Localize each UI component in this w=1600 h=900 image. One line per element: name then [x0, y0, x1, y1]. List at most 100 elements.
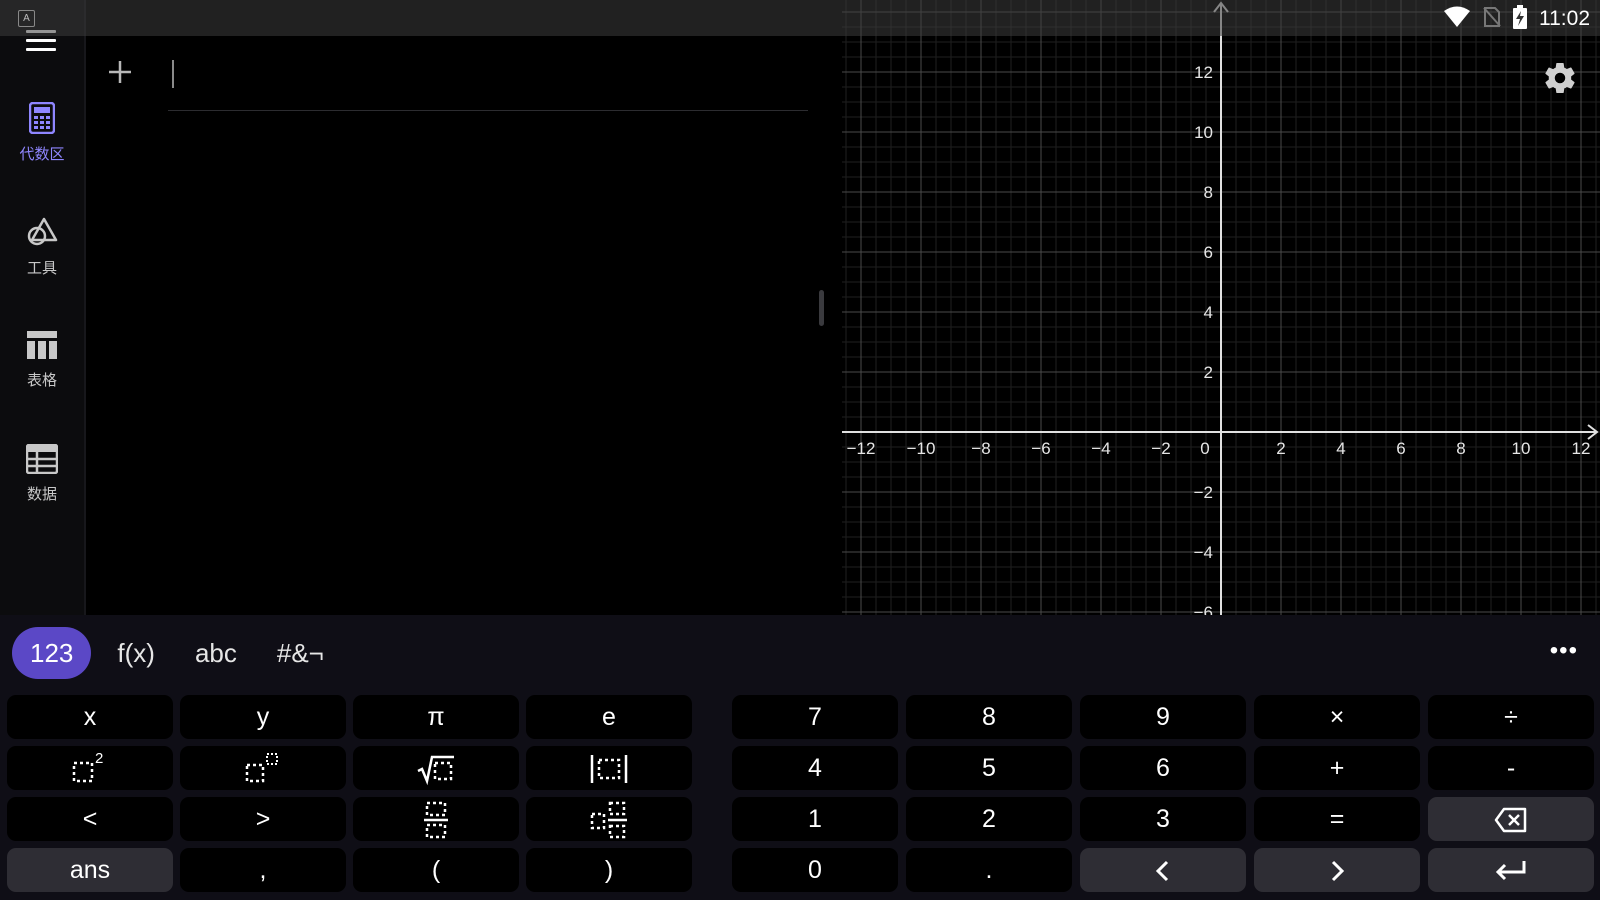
key-left-arrow[interactable]: [1080, 848, 1246, 892]
y-tick-label: 10: [1194, 123, 1213, 142]
chevron-left-icon: [1153, 856, 1173, 884]
key-4[interactable]: 4: [732, 746, 898, 790]
svg-text:2: 2: [95, 751, 103, 767]
fraction-template-icon: [421, 802, 451, 839]
key-0[interactable]: 0: [732, 848, 898, 892]
key-enter[interactable]: [1428, 848, 1594, 892]
system-status-bar: A 11:02: [0, 0, 1600, 36]
x-tick-label: −6: [1031, 439, 1050, 458]
key-backspace[interactable]: [1428, 797, 1594, 841]
battery-charging-icon: [1513, 4, 1527, 34]
rail-item-label: 代数区: [19, 146, 65, 163]
y-tick-label: −6: [1194, 603, 1213, 615]
wifi-icon: [1443, 6, 1471, 33]
enter-return-icon: [1494, 856, 1528, 884]
app-notification-icon: A: [18, 10, 35, 27]
spreadsheet-icon: [25, 443, 59, 478]
x-tick-label: −12: [847, 439, 876, 458]
x-tick-label: −4: [1091, 439, 1110, 458]
x-tick-label: 8: [1456, 439, 1465, 458]
key-mixed-fraction[interactable]: [526, 797, 692, 841]
panel-resize-handle[interactable]: [819, 290, 824, 326]
rail-item-algebra[interactable]: 代数区: [0, 101, 84, 164]
key-sqrt[interactable]: [353, 746, 519, 790]
side-navigation-rail: 代数区 工具 表格 数据: [0, 0, 86, 615]
key-right-arrow[interactable]: [1254, 848, 1420, 892]
key-close-paren[interactable]: ): [526, 848, 692, 892]
chevron-right-icon: [1327, 856, 1347, 884]
x-tick-label: 6: [1396, 439, 1405, 458]
backspace-icon: [1494, 805, 1528, 833]
tab-123[interactable]: 123: [12, 627, 92, 679]
square-root-icon: [416, 754, 456, 786]
keyboard-tabs: 123 f(x) abc #&¬: [12, 627, 338, 679]
key-8[interactable]: 8: [906, 695, 1072, 739]
text-caret: [172, 60, 174, 88]
key-6[interactable]: 6: [1080, 746, 1246, 790]
x-tick-label: 12: [1572, 439, 1591, 458]
key-decimal-point[interactable]: .: [906, 848, 1072, 892]
x-tick-label: 2: [1276, 439, 1285, 458]
algebra-panel: 代数区 工具 表格 数据: [0, 0, 842, 615]
y-tick-label: 2: [1204, 363, 1213, 382]
tab-abc[interactable]: abc: [181, 627, 251, 679]
graph-settings-gear-icon[interactable]: [1542, 60, 1578, 96]
key-power[interactable]: [180, 746, 346, 790]
key-fraction[interactable]: [353, 797, 519, 841]
rail-item-data[interactable]: 数据: [0, 443, 84, 504]
table-icon: [26, 331, 58, 364]
key-5[interactable]: 5: [906, 746, 1072, 790]
key-2[interactable]: 2: [906, 797, 1072, 841]
x-tick-label: −8: [971, 439, 990, 458]
tab-symbols[interactable]: #&¬: [263, 627, 338, 679]
key-e[interactable]: e: [526, 695, 692, 739]
absolute-value-icon: [589, 754, 629, 784]
calculator-icon: [28, 101, 56, 138]
square-template-icon: 2: [70, 750, 110, 783]
key-greater-than[interactable]: >: [180, 797, 346, 841]
key-y[interactable]: y: [180, 695, 346, 739]
key-minus[interactable]: -: [1428, 746, 1594, 790]
key-1[interactable]: 1: [732, 797, 898, 841]
no-sim-icon: [1483, 6, 1501, 33]
x-tick-label: 10: [1512, 439, 1531, 458]
mixed-fraction-icon: [589, 802, 629, 839]
key-square[interactable]: 2: [7, 746, 173, 790]
y-tick-label: −2: [1194, 483, 1213, 502]
x-tick-label: 0: [1200, 439, 1209, 458]
tab-functions[interactable]: f(x): [103, 627, 169, 679]
key-ans[interactable]: ans: [7, 848, 173, 892]
key-plus[interactable]: +: [1254, 746, 1420, 790]
shapes-icon: [26, 217, 58, 252]
algebra-input-field[interactable]: [168, 52, 808, 111]
key-comma[interactable]: ,: [180, 848, 346, 892]
key-divide[interactable]: ÷: [1428, 695, 1594, 739]
x-tick-label: −10: [907, 439, 936, 458]
key-pi[interactable]: π: [353, 695, 519, 739]
power-template-icon: [243, 753, 283, 783]
key-3[interactable]: 3: [1080, 797, 1246, 841]
y-tick-label: −4: [1194, 543, 1213, 562]
key-9[interactable]: 9: [1080, 695, 1246, 739]
key-x[interactable]: x: [7, 695, 173, 739]
math-keyboard: 123 f(x) abc #&¬ ••• x y π e 2 < > ans ,…: [0, 615, 1600, 900]
y-tick-label: 8: [1204, 183, 1213, 202]
y-tick-label: 12: [1194, 63, 1213, 82]
rail-item-table[interactable]: 表格: [0, 330, 84, 390]
rail-item-tools[interactable]: 工具: [0, 216, 84, 278]
key-absolute-value[interactable]: [526, 746, 692, 790]
y-tick-label: 6: [1204, 243, 1213, 262]
more-options-icon[interactable]: •••: [1550, 637, 1578, 665]
key-multiply[interactable]: ×: [1254, 695, 1420, 739]
key-7[interactable]: 7: [732, 695, 898, 739]
x-tick-label: −2: [1151, 439, 1170, 458]
key-equals[interactable]: =: [1254, 797, 1420, 841]
add-object-plus-icon[interactable]: [106, 58, 134, 86]
x-tick-label: 4: [1336, 439, 1345, 458]
rail-item-label: 数据: [26, 486, 57, 503]
key-less-than[interactable]: <: [7, 797, 173, 841]
rail-item-label: 工具: [26, 260, 57, 277]
rail-item-label: 表格: [26, 372, 57, 389]
key-open-paren[interactable]: (: [353, 848, 519, 892]
y-tick-label: 4: [1204, 303, 1213, 322]
